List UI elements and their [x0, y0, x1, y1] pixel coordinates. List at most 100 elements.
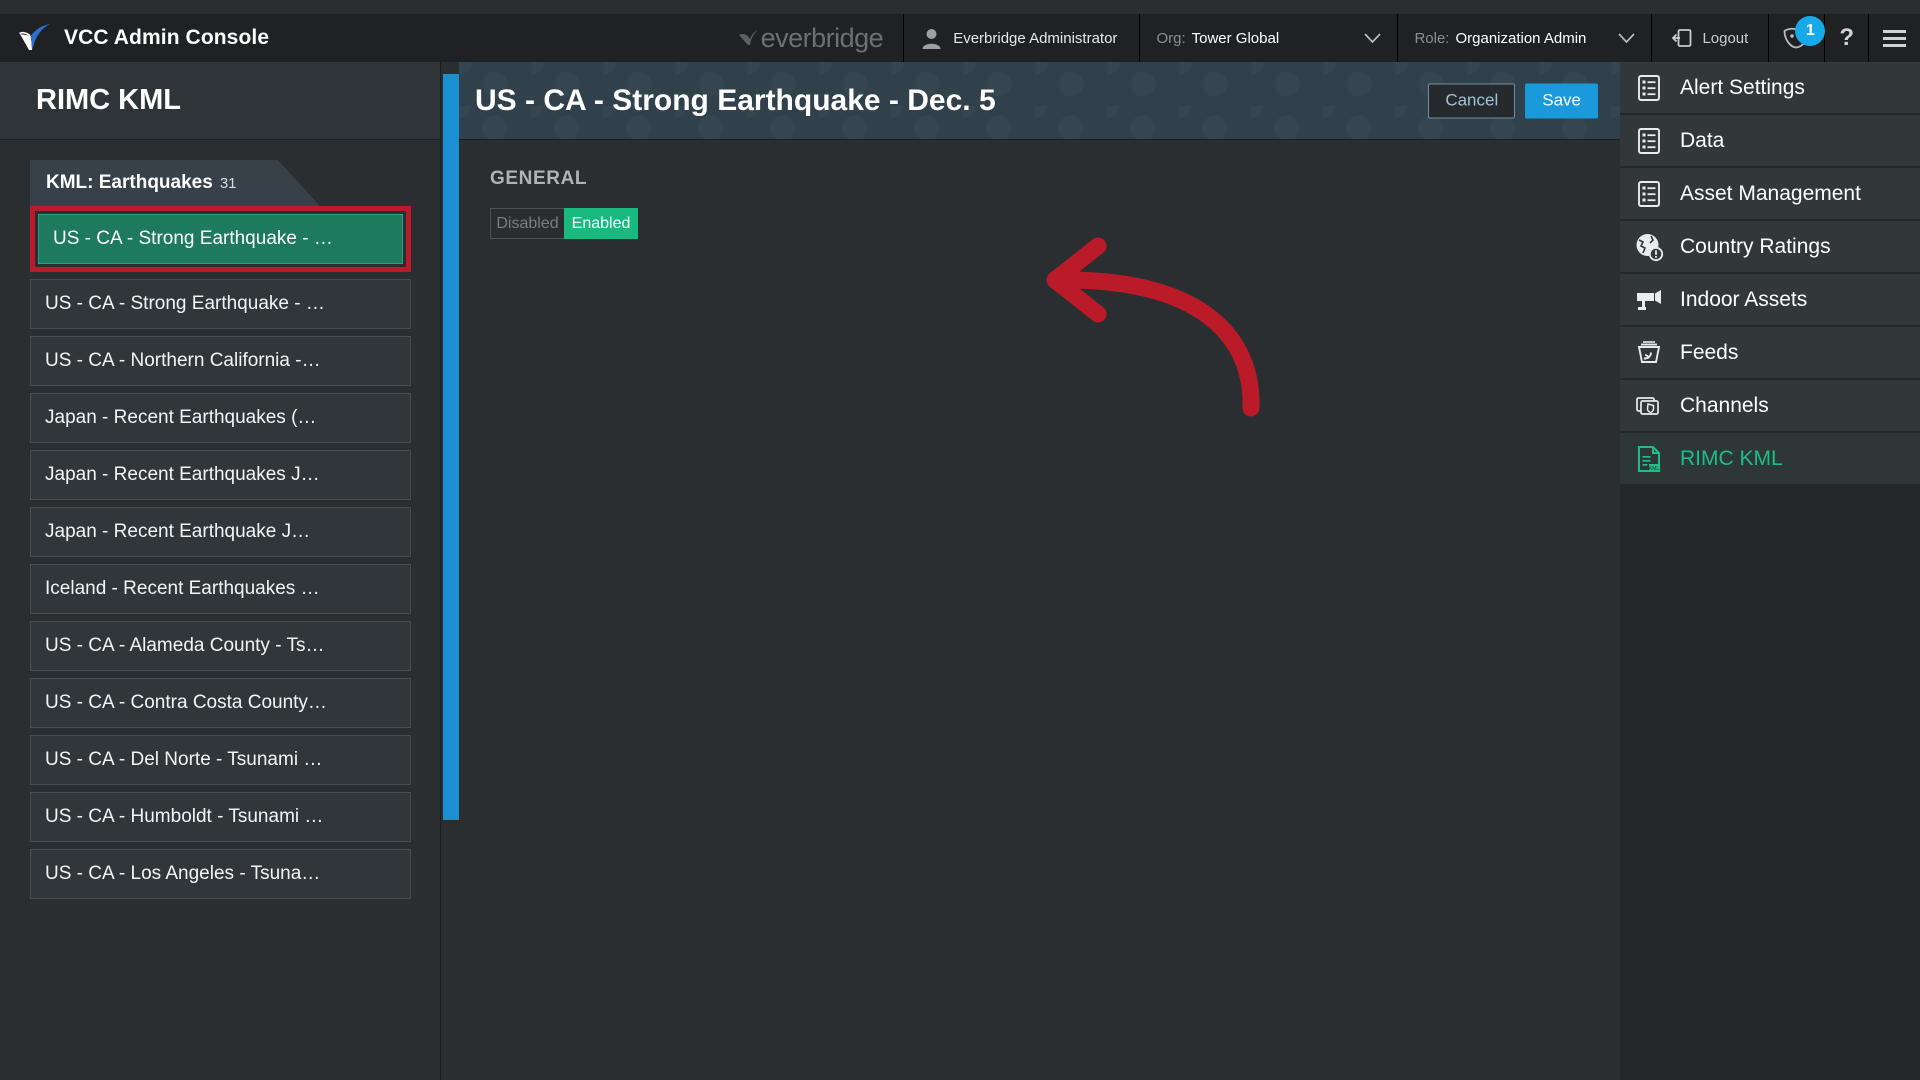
sidebar-item-rimc-kml[interactable]: KML RIMC KML [1620, 433, 1920, 484]
list-item[interactable]: Japan - Recent Earthquake J… [30, 507, 411, 557]
left-panel-body: KML: Earthquakes 31 US - CA - Strong Ear… [0, 140, 441, 1080]
role-value: Organization Admin [1455, 29, 1587, 47]
list-item[interactable]: US - CA - Del Norte - Tsunami … [30, 735, 411, 785]
sidebar-item-label: Indoor Assets [1680, 287, 1808, 311]
kml-item-label[interactable]: US - CA - Strong Earthquake - … [38, 214, 403, 264]
main-header: US - CA - Strong Earthquake - Dec. 5 Can… [459, 62, 1620, 140]
kml-item-label[interactable]: US - CA - Humboldt - Tsunami … [30, 792, 411, 842]
kml-item-label[interactable]: Japan - Recent Earthquakes J… [30, 450, 411, 500]
hamburger-menu-button[interactable] [1868, 14, 1920, 62]
notification-badge: 1 [1795, 16, 1826, 46]
list-item[interactable]: US - CA - Northern California -… [30, 336, 411, 386]
role-selector[interactable]: Role: Organization Admin [1397, 14, 1651, 62]
kml-list: US - CA - Strong Earthquake - … US - CA -… [0, 206, 441, 899]
security-camera-icon [1634, 285, 1664, 315]
list-document-icon [1634, 179, 1664, 209]
user-avatar-icon [922, 28, 941, 49]
left-panel-scrollbar[interactable] [443, 74, 459, 820]
sidebar-item-data[interactable]: Data [1620, 115, 1920, 166]
notifications-button[interactable]: 1 [1768, 14, 1826, 62]
list-document-icon [1634, 73, 1664, 103]
sidebar-item-indoor-assets[interactable]: Indoor Assets [1620, 274, 1920, 325]
list-item[interactable]: US - CA - Strong Earthquake - … [30, 279, 411, 329]
sidebar-item-label: Feeds [1680, 340, 1739, 364]
left-panel-header: RIMC KML [0, 62, 441, 140]
kml-item-label[interactable]: US - CA - Los Angeles - Tsuna… [30, 849, 411, 899]
toggle-option-disabled[interactable]: Disabled [490, 208, 564, 239]
kml-group-tab[interactable]: KML: Earthquakes 31 [30, 160, 320, 206]
right-menu-list: Alert Settings Data Asset Management Countr… [1620, 62, 1920, 484]
kml-group-tab-count: 31 [219, 174, 237, 192]
sidebar-item-label: RIMC KML [1680, 446, 1783, 470]
everbridge-checkmark-logo-icon [19, 24, 50, 50]
sidebar-item-feeds[interactable]: Feeds [1620, 327, 1920, 378]
sidebar-item-country-ratings[interactable]: Country Ratings [1620, 221, 1920, 272]
logout-label: Logout [1702, 29, 1749, 47]
cancel-button[interactable]: Cancel [1428, 83, 1516, 118]
kml-group-tab-label: KML: Earthquakes [46, 172, 213, 193]
question-mark-icon: ? [1839, 24, 1854, 51]
everbridge-small-check-icon [738, 30, 758, 45]
list-item[interactable]: US - CA - Alameda County - Ts… [30, 621, 411, 671]
kml-item-label[interactable]: Japan - Recent Earthquake J… [30, 507, 411, 557]
kml-file-icon: KML [1634, 444, 1664, 474]
kml-item-label[interactable]: Japan - Recent Earthquakes (… [30, 393, 411, 443]
everbridge-wordmark: everbridge [717, 14, 904, 62]
page-title: RIMC KML [36, 84, 181, 116]
list-item[interactable]: US - CA - Strong Earthquake - … [30, 206, 411, 272]
sidebar-item-label: Data [1680, 128, 1725, 152]
role-label: Role: [1414, 29, 1450, 47]
kml-item-label[interactable]: US - CA - Contra Costa County… [30, 678, 411, 728]
sidebar-item-asset-management[interactable]: Asset Management [1620, 168, 1920, 219]
sidebar-item-label: Asset Management [1680, 181, 1861, 205]
logout-button[interactable]: Logout [1651, 14, 1768, 62]
list-item[interactable]: US - CA - Humboldt - Tsunami … [30, 792, 411, 842]
svg-text:KML: KML [1649, 465, 1660, 471]
org-selector[interactable]: Org: Tower Global [1139, 14, 1397, 62]
globe-alert-icon [1634, 232, 1664, 262]
red-curved-arrow-annotation-icon [1046, 237, 1260, 417]
org-label: Org: [1156, 29, 1186, 47]
rss-feed-box-icon [1634, 338, 1664, 368]
toggle-option-enabled[interactable]: Enabled [564, 208, 638, 239]
kml-item-label[interactable]: US - CA - Strong Earthquake - … [30, 279, 411, 329]
sidebar-item-label: Country Ratings [1680, 234, 1831, 258]
main-body: GENERAL Disabled Enabled [459, 140, 1620, 417]
record-title: US - CA - Strong Earthquake - Dec. 5 [475, 83, 996, 117]
app-root: VCC Admin Console everbridge Everbridge … [0, 0, 1920, 1080]
kml-item-label[interactable]: US - CA - Northern California -… [30, 336, 411, 386]
hamburger-menu-icon [1883, 29, 1906, 47]
main-content: US - CA - Strong Earthquake - Dec. 5 Can… [459, 62, 1620, 1080]
right-menu: Alert Settings Data Asset Management Countr… [1620, 62, 1920, 1080]
list-item[interactable]: Japan - Recent Earthquakes J… [30, 450, 411, 500]
chevron-down-icon [1618, 32, 1636, 43]
sidebar-item-channels[interactable]: Channels [1620, 380, 1920, 431]
org-value: Tower Global [1191, 29, 1280, 47]
list-item[interactable]: US - CA - Los Angeles - Tsuna… [30, 849, 411, 899]
left-panel: RIMC KML KML: Earthquakes 31 US - CA - S… [0, 62, 459, 1080]
channels-stack-icon [1634, 391, 1664, 421]
left-panel-divider [440, 62, 441, 1080]
kml-item-label[interactable]: US - CA - Alameda County - Ts… [30, 621, 411, 671]
sidebar-item-label: Alert Settings [1680, 75, 1805, 99]
help-button[interactable]: ? [1824, 14, 1868, 62]
sidebar-item-label: Channels [1680, 393, 1769, 417]
brand-title: VCC Admin Console [64, 26, 270, 49]
chevron-down-icon [1364, 32, 1382, 43]
save-button[interactable]: Save [1525, 83, 1598, 118]
everbridge-wordmark-text: everbridge [760, 22, 884, 53]
brand[interactable]: VCC Admin Console [0, 14, 287, 62]
list-document-icon [1634, 126, 1664, 156]
kml-item-label[interactable]: Iceland - Recent Earthquakes … [30, 564, 411, 614]
list-item[interactable]: US - CA - Contra Costa County… [30, 678, 411, 728]
list-item[interactable]: Iceland - Recent Earthquakes … [30, 564, 411, 614]
general-section-label: GENERAL [490, 168, 588, 189]
sidebar-item-alert-settings[interactable]: Alert Settings [1620, 62, 1920, 113]
list-item[interactable]: Japan - Recent Earthquakes (… [30, 393, 411, 443]
enabled-toggle[interactable]: Disabled Enabled [490, 208, 638, 239]
kml-item-label[interactable]: US - CA - Del Norte - Tsunami … [30, 735, 411, 785]
user-menu[interactable]: Everbridge Administrator [903, 14, 1139, 62]
logout-arrow-icon [1672, 29, 1692, 47]
top-bar: VCC Admin Console everbridge Everbridge … [0, 14, 1920, 62]
